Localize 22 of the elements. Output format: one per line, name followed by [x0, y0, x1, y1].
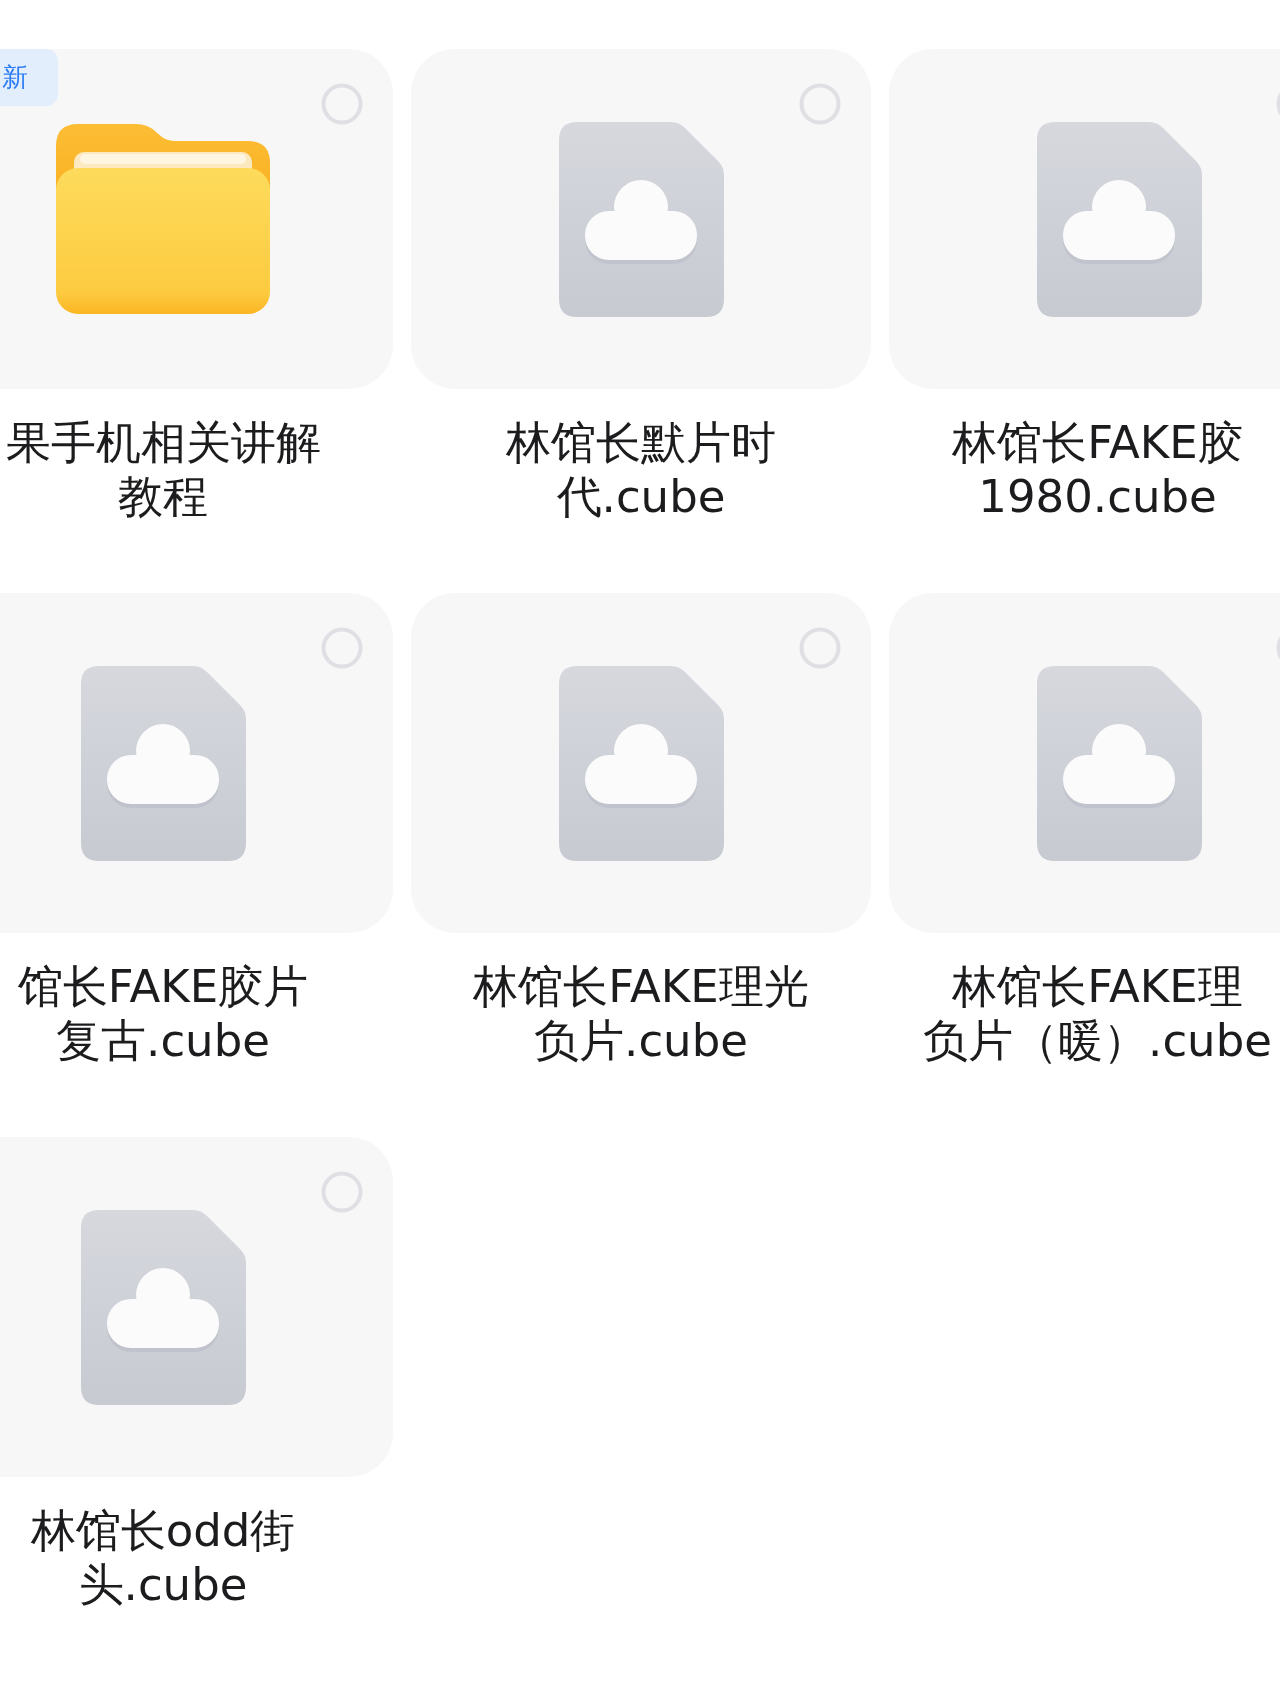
file-name: 馆长FAKE胶片 复古.cube — [17, 960, 309, 1068]
cloud-file-icon — [80, 665, 246, 861]
cloud-file-icon — [1036, 121, 1202, 317]
file-name: 林馆长FAKE理光 负片.cube — [473, 960, 809, 1068]
file-tile[interactable] — [0, 593, 393, 933]
file-name: 林馆长默片时 代.cube — [506, 416, 776, 524]
new-badge: 新 — [0, 49, 58, 106]
file-name: 果手机相关讲解 教程 — [5, 416, 321, 524]
cloud-file-icon — [558, 665, 724, 861]
cloud-file-icon — [558, 121, 724, 317]
file-name: 林馆长odd街 头.cube — [30, 1504, 296, 1612]
cloud-file-icon — [1036, 665, 1202, 861]
file-tile[interactable]: 新 — [0, 49, 393, 389]
file-tile[interactable] — [0, 1137, 393, 1477]
file-name: 林馆长FAKE胶 1980.cube — [952, 416, 1243, 524]
cloud-file-icon — [80, 1209, 246, 1405]
file-tile[interactable] — [889, 593, 1280, 933]
file-tile[interactable] — [411, 593, 871, 933]
file-tile[interactable] — [411, 49, 871, 389]
folder-icon — [56, 124, 270, 314]
file-tile[interactable] — [889, 49, 1280, 389]
file-name: 林馆长FAKE理 负片（暖）.cube — [923, 960, 1272, 1068]
